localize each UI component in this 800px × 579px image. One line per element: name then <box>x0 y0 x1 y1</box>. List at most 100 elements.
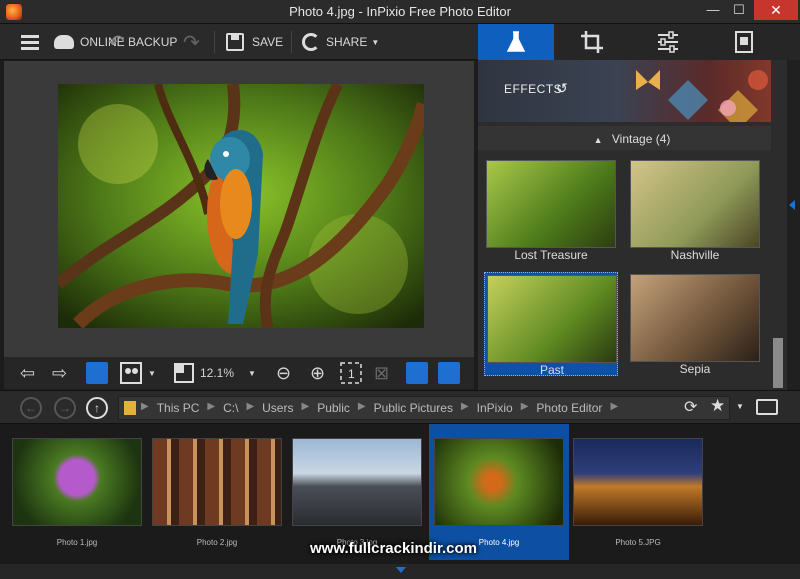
effect-preview <box>630 274 760 362</box>
floppy-icon <box>226 33 244 51</box>
save-button[interactable]: SAVE <box>226 30 283 54</box>
chevron-down-icon: ▼ <box>371 37 380 47</box>
effects-label: EFFECTS <box>504 82 563 96</box>
tab-crop[interactable] <box>554 24 630 60</box>
tab-adjust[interactable] <box>630 24 706 60</box>
zoom-region-icon[interactable]: ⊠ <box>374 362 389 384</box>
film-item[interactable]: Photo 1.jpg <box>0 424 142 560</box>
expand-filmstrip-icon[interactable] <box>396 567 406 573</box>
chevron-up-icon: ▲ <box>593 135 603 145</box>
effect-preview <box>630 160 760 248</box>
crumb[interactable]: InPixio <box>477 401 513 415</box>
thumbnail <box>12 438 142 526</box>
zoom-out-icon[interactable]: ⊖ <box>276 362 291 384</box>
sliders-icon <box>658 31 678 53</box>
tab-effects[interactable] <box>478 24 554 60</box>
folder-icon <box>124 401 136 415</box>
chevron-down-icon[interactable]: ▼ <box>736 402 744 411</box>
up-icon[interactable]: ↑ <box>86 397 108 419</box>
crop-icon <box>581 31 603 53</box>
import-button[interactable] <box>406 362 428 384</box>
crumb[interactable]: Public Pictures <box>374 401 453 415</box>
compare-view-button[interactable]: ▼ <box>120 362 156 384</box>
single-view-button[interactable] <box>86 362 108 384</box>
open-folder-icon[interactable] <box>756 399 778 415</box>
rotate-right-icon[interactable]: ⇨ <box>52 362 67 384</box>
star-icon[interactable]: ★ <box>710 396 725 416</box>
tab-frames[interactable] <box>706 24 782 60</box>
vintage-group-header[interactable]: ▲ Vintage (4) <box>478 126 786 150</box>
compare-icon <box>120 362 142 384</box>
effect-past[interactable]: Past <box>484 272 618 377</box>
bottom-bar <box>0 564 800 579</box>
effects-banner: EFFECTS ↺ <box>478 60 786 122</box>
share-button[interactable]: SHARE ▼ <box>302 30 379 54</box>
main-photo[interactable] <box>58 84 424 328</box>
effect-sepia[interactable]: Sepia <box>628 272 762 376</box>
effect-label: Past <box>539 363 564 377</box>
breadcrumb: ▶ This PC ▶ C:\ ▶ Users ▶ Public ▶ Public Pic… <box>141 401 619 415</box>
photo-canvas <box>4 61 474 357</box>
rotate-left-icon[interactable]: ⇦ <box>20 362 35 384</box>
reset-icon[interactable]: ↺ <box>556 80 568 97</box>
back-icon[interactable]: ← <box>20 397 42 419</box>
minimize-button[interactable]: — <box>700 0 726 20</box>
thumbnail <box>292 438 422 526</box>
toolbar-divider <box>214 31 215 53</box>
vintage-group-label: Vintage (4) <box>611 132 671 146</box>
crumb[interactable]: Public <box>317 401 350 415</box>
svg-text:1: 1 <box>348 367 355 381</box>
crumb[interactable]: This PC <box>157 401 200 415</box>
share-icon <box>302 33 320 51</box>
frame-icon <box>735 31 753 53</box>
address-bar: ← → ↑ ▶ This PC ▶ C:\ ▶ Users ▶ Public ▶ Publ… <box>0 390 800 424</box>
actual-size-icon[interactable]: 1 <box>340 362 362 384</box>
thumbnail <box>573 438 703 526</box>
zoom-value: 12.1% <box>200 366 235 380</box>
effects-scrollbar[interactable] <box>771 60 787 390</box>
film-caption: Photo 2.jpg <box>196 538 238 547</box>
refresh-icon[interactable]: ⟳ <box>684 397 697 417</box>
panel-tabs <box>478 24 800 60</box>
crumb[interactable]: Photo Editor <box>536 401 602 415</box>
panel-toggle-button[interactable] <box>438 362 460 384</box>
forward-icon[interactable]: → <box>54 397 76 419</box>
save-label: SAVE <box>252 35 284 49</box>
redo-icon[interactable]: ↷ <box>183 30 200 54</box>
scrollbar-thumb[interactable] <box>773 338 783 388</box>
undo-icon[interactable]: ↶ <box>108 30 125 54</box>
photo-toolbar: ⇦ ⇨ ▼ 12.1% ▼ ⊖ ⊕ 1 ⊠ <box>4 357 474 389</box>
effect-nashville[interactable]: Nashville <box>628 158 762 262</box>
cloud-icon <box>54 35 74 49</box>
fit-icon <box>174 363 194 383</box>
maximize-button[interactable]: ☐ <box>726 0 752 20</box>
crumb[interactable]: C:\ <box>223 401 238 415</box>
film-item[interactable]: Photo 2.jpg <box>140 424 282 560</box>
zoom-fit-button[interactable] <box>174 362 194 384</box>
online-backup-label: ONLINE BACKUP <box>80 35 178 49</box>
toolbar-divider <box>291 31 292 53</box>
main-toolbar: ONLINE BACKUP ↶ ↷ SAVE SHARE ▼ <box>0 24 478 60</box>
menu-icon[interactable] <box>20 30 40 54</box>
film-caption: Photo 5.JPG <box>615 538 661 547</box>
crumb[interactable]: Users <box>262 401 293 415</box>
effect-lost-treasure[interactable]: Lost Treasure <box>484 158 618 262</box>
chevron-down-icon: ▼ <box>148 368 156 378</box>
path-field[interactable]: ▶ This PC ▶ C:\ ▶ Users ▶ Public ▶ Public Pic… <box>118 396 730 420</box>
thumbnail <box>152 438 282 526</box>
collapse-panel-icon[interactable] <box>789 200 795 210</box>
chevron-down-icon: ▼ <box>248 368 256 378</box>
film-item[interactable]: Photo 5.JPG <box>561 424 703 560</box>
parrot-image <box>58 84 424 328</box>
zoom-level[interactable]: 12.1% ▼ <box>200 362 256 384</box>
film-caption: Photo 1.jpg <box>56 538 98 547</box>
effect-label: Nashville <box>670 248 720 262</box>
share-label: SHARE <box>326 35 368 49</box>
close-button[interactable]: ✕ <box>754 0 798 20</box>
effect-preview <box>486 160 616 248</box>
person-icon <box>86 362 108 384</box>
effect-label: Sepia <box>679 362 711 376</box>
thumbnail <box>434 438 564 526</box>
effect-label: Lost Treasure <box>514 248 588 262</box>
zoom-in-icon[interactable]: ⊕ <box>310 362 325 384</box>
